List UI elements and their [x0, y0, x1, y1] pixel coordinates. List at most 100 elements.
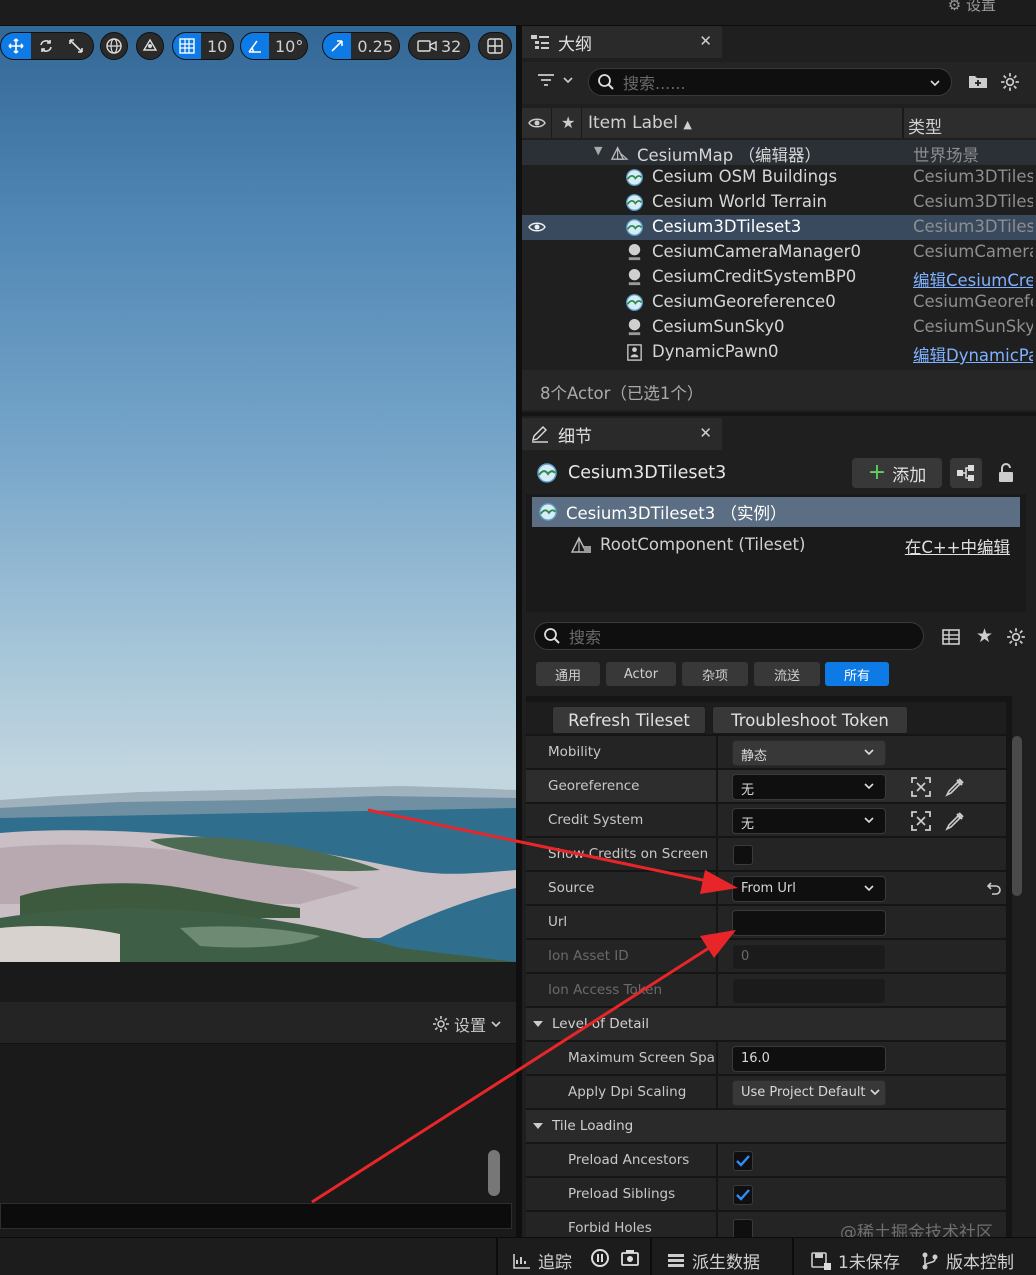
details-scrollbar[interactable]: [1012, 736, 1022, 896]
camera-speed-button[interactable]: 32: [408, 32, 470, 60]
component-instance-row[interactable]: Cesium3DTileset3 （实例）: [532, 497, 1020, 527]
outliner-row[interactable]: ▼ CesiumMap （编辑器） 世界场景: [522, 140, 1036, 165]
root-component-row[interactable]: RootComponent (Tileset): [570, 534, 805, 554]
outliner-row[interactable]: CesiumSunSky0 CesiumSunSky: [522, 315, 1036, 340]
edit-in-cpp-link[interactable]: 在C++中编辑: [905, 534, 1010, 558]
troubleshoot-token-button[interactable]: Troubleshoot Token: [712, 706, 908, 734]
outliner-filter-button[interactable]: [536, 72, 574, 88]
expand-triangle-icon[interactable]: ▼: [594, 144, 602, 157]
log-scrollbar[interactable]: [488, 1150, 500, 1196]
rotation-snap-value[interactable]: 10°: [269, 33, 307, 59]
derived-data-button[interactable]: 派生数据: [666, 1248, 760, 1273]
outliner-row[interactable]: CesiumCreditSystemBP0 编辑CesiumCreditSyste…: [522, 265, 1036, 290]
surface-snap-button[interactable]: [136, 32, 164, 60]
add-folder-button[interactable]: [968, 72, 988, 94]
grid-snap-group[interactable]: 10: [172, 32, 234, 60]
filter-actor-button[interactable]: Actor: [606, 662, 676, 686]
filter-general-button[interactable]: 通用: [536, 662, 600, 686]
coordinate-system-button[interactable]: [100, 32, 128, 60]
type-column-header[interactable]: 类型: [908, 113, 942, 138]
browse-to-asset-icon[interactable]: [910, 810, 932, 832]
mobility-dropdown[interactable]: 静态: [732, 740, 886, 766]
add-component-button[interactable]: + 添加: [852, 458, 942, 488]
scale-snap-group[interactable]: 0.25: [322, 32, 400, 60]
column-divider[interactable]: [716, 1144, 718, 1177]
reset-to-default-icon[interactable]: [986, 881, 1002, 895]
trace-record-button[interactable]: [590, 1248, 610, 1268]
pin-column-header[interactable]: ★: [552, 108, 582, 138]
trace-button[interactable]: 追踪: [512, 1248, 572, 1273]
outliner-row[interactable]: DynamicPawn0 编辑DynamicPawn: [522, 340, 1036, 365]
column-divider[interactable]: [902, 108, 904, 138]
browse-to-asset-icon[interactable]: [910, 776, 932, 798]
show-credits-checkbox[interactable]: [733, 845, 753, 865]
outliner-row[interactable]: Cesium OSM Buildings Cesium3DTileset: [522, 165, 1036, 190]
outliner-settings-button[interactable]: [1000, 72, 1020, 96]
filter-streaming-button[interactable]: 流送: [754, 662, 820, 686]
outliner-row[interactable]: Cesium World Terrain Cesium3DTileset: [522, 190, 1036, 215]
preload-ancestors-checkbox[interactable]: [733, 1151, 753, 1171]
column-divider[interactable]: [716, 770, 718, 803]
level-viewport[interactable]: 10 10° 0.25 32: [0, 26, 516, 962]
source-dropdown[interactable]: From Url: [732, 876, 886, 902]
column-divider[interactable]: [716, 804, 718, 837]
outliner-row-type-link[interactable]: 编辑CesiumCreditSystemBP: [913, 267, 1033, 291]
unsaved-assets-button[interactable]: 1未保存: [810, 1248, 900, 1273]
filter-misc-button[interactable]: 杂项: [682, 662, 748, 686]
top-settings-button[interactable]: ⚙ 设置: [948, 0, 996, 15]
credit-system-picker[interactable]: 无: [732, 808, 886, 834]
viewport-layout-button[interactable]: [478, 32, 512, 60]
scale-snap-toggle[interactable]: [323, 33, 352, 59]
georeference-picker[interactable]: 无: [732, 774, 886, 800]
column-divider[interactable]: [716, 736, 718, 769]
scale-mode-button[interactable]: [61, 33, 91, 59]
blueprint-convert-button[interactable]: [950, 458, 982, 488]
item-label-column-header[interactable]: Item Label ▲: [588, 113, 692, 133]
column-divider[interactable]: [716, 1076, 718, 1109]
property-matrix-button[interactable]: [942, 628, 960, 650]
rotate-mode-button[interactable]: [31, 33, 61, 59]
eyedropper-icon[interactable]: [944, 810, 966, 832]
log-settings-button[interactable]: 设置: [432, 1012, 502, 1036]
outliner-search-input[interactable]: 搜索......: [588, 68, 952, 96]
details-search-input[interactable]: 搜索: [534, 622, 924, 650]
outliner-row-type-link[interactable]: 编辑DynamicPawn: [913, 342, 1033, 366]
dpi-scaling-dropdown[interactable]: Use Project Default: [732, 1080, 886, 1106]
ion-access-token-input[interactable]: [732, 978, 886, 1004]
column-divider[interactable]: [716, 872, 718, 905]
tab-details[interactable]: 细节 ✕: [522, 418, 722, 450]
rotation-snap-toggle[interactable]: [241, 33, 269, 59]
star-icon[interactable]: ★: [976, 625, 993, 647]
filter-all-button[interactable]: 所有: [825, 662, 889, 686]
outliner-row[interactable]: CesiumCameraManager0 CesiumCameraManager: [522, 240, 1036, 265]
max-sse-input[interactable]: 16.0: [732, 1046, 886, 1072]
section-tile-loading[interactable]: Tile Loading: [526, 1110, 1006, 1143]
details-settings-button[interactable]: [1006, 627, 1026, 651]
trace-snapshot-button[interactable]: [620, 1248, 640, 1268]
preload-siblings-checkbox[interactable]: [733, 1185, 753, 1205]
close-icon[interactable]: ✕: [699, 424, 712, 442]
forbid-holes-checkbox[interactable]: [733, 1219, 753, 1237]
column-divider[interactable]: [716, 1212, 718, 1237]
rotation-snap-group[interactable]: 10°: [240, 32, 308, 60]
lock-icon[interactable]: [996, 462, 1016, 488]
grid-snap-value[interactable]: 10: [201, 33, 233, 59]
source-control-button[interactable]: 版本控制: [920, 1248, 1014, 1273]
translate-mode-button[interactable]: [1, 33, 31, 59]
chevron-down-icon[interactable]: [929, 78, 941, 88]
outliner-row[interactable]: CesiumGeoreference0 CesiumGeoreference: [522, 290, 1036, 315]
scale-snap-value[interactable]: 0.25: [351, 33, 399, 59]
eyedropper-icon[interactable]: [944, 776, 966, 798]
column-divider[interactable]: [716, 838, 718, 871]
close-icon[interactable]: ✕: [699, 32, 712, 50]
console-input[interactable]: [0, 1203, 512, 1229]
url-input[interactable]: [732, 910, 886, 936]
column-divider[interactable]: [716, 1178, 718, 1211]
column-divider[interactable]: [716, 1042, 718, 1075]
tab-outliner[interactable]: 大纲 ✕: [522, 26, 722, 58]
visibility-column-header[interactable]: [522, 108, 552, 138]
column-divider[interactable]: [716, 906, 718, 939]
grid-snap-toggle[interactable]: [173, 33, 201, 59]
ion-asset-id-input[interactable]: 0: [732, 944, 886, 970]
column-divider[interactable]: [716, 974, 718, 1007]
